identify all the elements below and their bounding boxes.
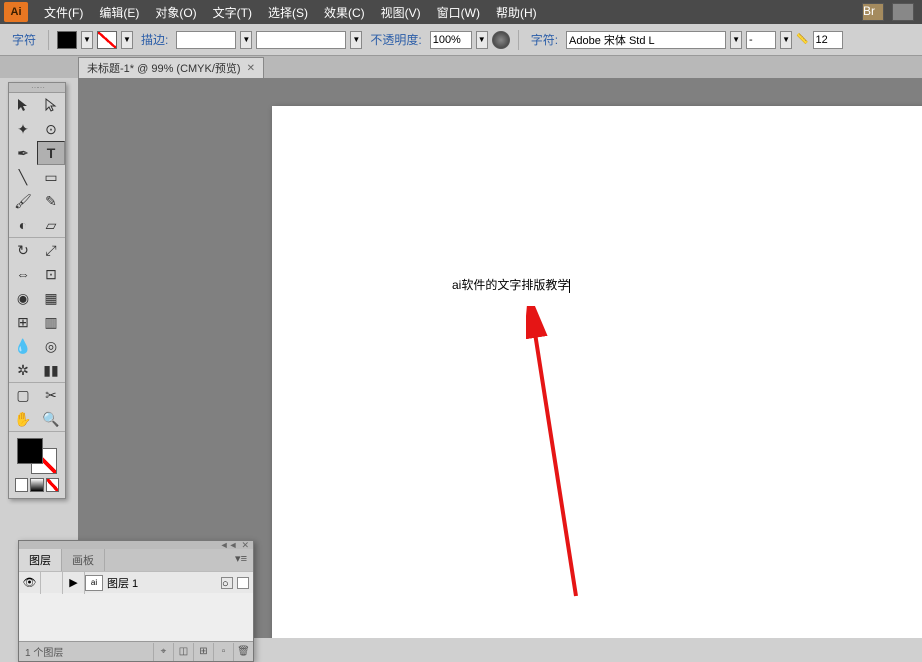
artboard[interactable]: ai软件的文字排版教学 (272, 106, 922, 638)
layer-name[interactable]: 图层 1 (103, 575, 221, 591)
magic-wand-tool[interactable]: ✦ (9, 117, 37, 141)
delete-layer-button[interactable]: 🗑 (233, 643, 253, 661)
locate-object-button[interactable]: ⌖ (153, 643, 173, 661)
menu-file[interactable]: 文件(F) (36, 4, 91, 21)
rotate-tool[interactable]: ↻ (9, 238, 37, 262)
text-cursor (569, 279, 570, 293)
stroke-dropdown[interactable]: ▼ (121, 31, 133, 49)
scale-tool[interactable]: ⤢ (37, 238, 65, 262)
direct-selection-tool[interactable] (37, 93, 65, 117)
character-panel-link[interactable]: 字符 (8, 31, 40, 48)
fill-swatch[interactable] (57, 31, 77, 49)
hand-tool[interactable]: ✋ (9, 407, 37, 431)
color-mode-gradient[interactable] (30, 478, 43, 492)
text-content: ai软件的文字排版教学 (452, 278, 569, 292)
menu-help[interactable]: 帮助(H) (488, 4, 545, 21)
menubar: Ai 文件(F) 编辑(E) 对象(O) 文字(T) 选择(S) 效果(C) 视… (0, 0, 922, 24)
text-object[interactable]: ai软件的文字排版教学 (452, 276, 570, 293)
paintbrush-tool[interactable]: 🖌 (9, 189, 37, 213)
recolor-button[interactable] (492, 31, 510, 49)
free-transform-tool[interactable]: ⊡ (37, 262, 65, 286)
pen-tool[interactable]: ✒ (9, 141, 37, 165)
close-icon[interactable]: ✕ (247, 63, 255, 74)
control-bar: 字符 ▼ ▼ 描边: ▼ ▼ 不透明度: 100% ▼ 字符: Adobe 宋体… (0, 24, 922, 56)
column-graph-tool[interactable]: ▮▮ (37, 358, 65, 382)
menu-effect[interactable]: 效果(C) (316, 4, 373, 21)
selection-tool[interactable] (9, 93, 37, 117)
visibility-toggle[interactable]: 👁 (19, 572, 41, 594)
menu-edit[interactable]: 编辑(E) (91, 4, 147, 21)
width-tool[interactable]: ⇔ (9, 262, 37, 286)
menu-select[interactable]: 选择(S) (260, 4, 316, 21)
eyedropper-tool[interactable]: 💧 (9, 334, 37, 358)
document-tab-bar: 未标题-1* @ 99% (CMYK/预览) ✕ (0, 56, 922, 78)
lock-toggle[interactable] (41, 572, 63, 594)
tab-layers[interactable]: 图层 (19, 549, 62, 571)
layer-select-indicator[interactable] (237, 577, 249, 589)
color-controls (9, 432, 65, 498)
eraser-tool[interactable]: ▱ (37, 213, 65, 237)
brush-select[interactable] (256, 31, 346, 49)
brush-dd[interactable]: ▼ (350, 31, 362, 49)
zoom-tool[interactable]: 🔍 (37, 407, 65, 431)
stroke-swatch[interactable] (97, 31, 117, 49)
lasso-tool[interactable]: ⊙ (37, 117, 65, 141)
fill-dropdown[interactable]: ▼ (81, 31, 93, 49)
layer-target[interactable]: ○ (221, 577, 233, 589)
layers-footer: 1 个图层 ⌖ ◫ ⊞ ▫ 🗑 (19, 641, 253, 661)
document-tab-title: 未标题-1* @ 99% (CMYK/预览) (87, 60, 241, 76)
font-style[interactable]: - (746, 31, 776, 49)
mesh-tool[interactable]: ⊞ (9, 310, 37, 334)
color-mode-none[interactable] (46, 478, 59, 492)
layers-status: 1 个图层 (19, 644, 153, 659)
panel-collapse-bar[interactable]: ◄◄✕ (19, 541, 253, 549)
stroke-weight[interactable] (176, 31, 236, 49)
symbol-sprayer-tool[interactable]: ✲ (9, 358, 37, 382)
slice-tool[interactable]: ✂ (37, 383, 65, 407)
pencil-tool[interactable]: ✎ (37, 189, 65, 213)
new-layer-button[interactable]: ▫ (213, 643, 233, 661)
tool-panel: ✦ ⊙ ✒ T ╲ ▭ 🖌 ✎ ◐ ▱ ↻ ⤢ ⇔ ⊡ ◉ ▦ ⊞ ▥ 💧 ◎ … (8, 82, 66, 499)
layer-thumbnail: ai (85, 575, 103, 591)
opacity-dd[interactable]: ▼ (476, 31, 488, 49)
font-size[interactable]: 12 (813, 31, 843, 49)
stroke-label[interactable]: 描边: (137, 31, 172, 48)
gradient-tool[interactable]: ▥ (37, 310, 65, 334)
menu-window[interactable]: 窗口(W) (429, 4, 488, 21)
bridge-button[interactable]: Br (862, 3, 884, 21)
blend-tool[interactable]: ◎ (37, 334, 65, 358)
type-tool[interactable]: T (37, 141, 65, 165)
menu-object[interactable]: 对象(O) (147, 4, 204, 21)
font-family[interactable]: Adobe 宋体 Std L (566, 31, 726, 49)
layers-empty-area (19, 593, 253, 641)
panel-grip[interactable] (9, 83, 65, 93)
perspective-grid-tool[interactable]: ▦ (37, 286, 65, 310)
artboard-tool[interactable]: ▢ (9, 383, 37, 407)
menu-type[interactable]: 文字(T) (205, 4, 260, 21)
blob-brush-tool[interactable]: ◐ (9, 213, 37, 237)
layer-row[interactable]: 👁 ▶ ai 图层 1 ○ (19, 571, 253, 593)
app-logo: Ai (4, 2, 28, 22)
opacity-label[interactable]: 不透明度: (366, 31, 425, 48)
shape-builder-tool[interactable]: ◉ (9, 286, 37, 310)
character-label[interactable]: 字符: (527, 31, 562, 48)
line-tool[interactable]: ╲ (9, 165, 37, 189)
font-style-dd[interactable]: ▼ (780, 31, 792, 49)
clipping-mask-button[interactable]: ◫ (173, 643, 193, 661)
layers-panel: ◄◄✕ 图层 画板 ▾≡ 👁 ▶ ai 图层 1 ○ 1 个图层 ⌖ ◫ ⊞ ▫… (18, 540, 254, 662)
tab-artboards[interactable]: 画板 (62, 549, 105, 571)
stroke-weight-dd[interactable]: ▼ (240, 31, 252, 49)
new-sublayer-button[interactable]: ⊞ (193, 643, 213, 661)
font-dd[interactable]: ▼ (730, 31, 742, 49)
panel-menu-icon[interactable]: ▾≡ (229, 549, 253, 571)
document-tab[interactable]: 未标题-1* @ 99% (CMYK/预览) ✕ (78, 57, 264, 78)
color-mode-solid[interactable] (15, 478, 28, 492)
annotation-arrow (526, 306, 606, 606)
workspace-switcher[interactable] (892, 3, 914, 21)
fill-color[interactable] (17, 438, 43, 464)
rectangle-tool[interactable]: ▭ (37, 165, 65, 189)
expand-toggle[interactable]: ▶ (63, 572, 85, 594)
menu-view[interactable]: 视图(V) (373, 4, 429, 21)
opacity-value[interactable]: 100% (430, 31, 472, 49)
